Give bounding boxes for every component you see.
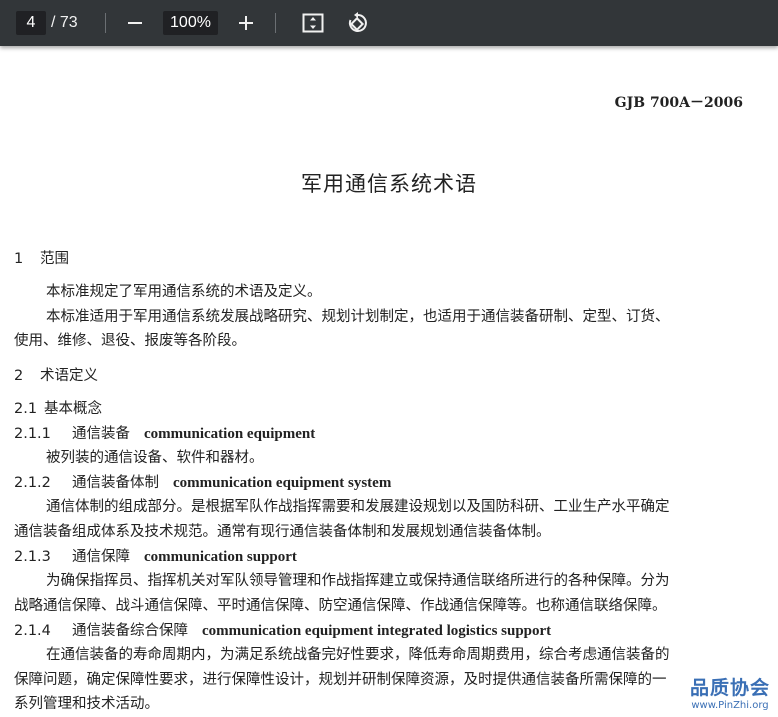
paragraph: 本标准规定了军用通信系统的术语及定义。 <box>46 284 322 300</box>
zoom-in-button[interactable] <box>234 0 258 46</box>
term-2-1-1: 2.1.1 通信装备 communication equipment <box>14 424 743 444</box>
rotate-icon <box>348 12 367 32</box>
term-definition: 在通信装备的寿命周期内，为满足系统战备完好性要求，降低寿命周期费用，综合考虑通信… <box>46 647 670 663</box>
section-title: 术语定义 <box>40 368 98 384</box>
term-chinese: 通信保障 <box>72 549 130 565</box>
standard-code: GJB 700A－2006 <box>614 95 743 111</box>
pdf-toolbar: 4 / 73 100% <box>0 0 778 46</box>
term-number: 2.1.3 <box>14 549 51 565</box>
term-definition: 战略通信保障、战斗通信保障、平时通信保障、防空通信保障、作战通信保障等。也称通信… <box>14 598 667 614</box>
zoom-level-input[interactable]: 100% <box>163 11 218 35</box>
rotate-button[interactable] <box>345 0 371 46</box>
subsection-2-1-heading: 2.1 基本概念 <box>14 399 743 419</box>
section-number: 1 <box>14 251 24 267</box>
document-page: GJB 700A－2006 军用通信系统术语 1 范围 本标准规定了军用通信系统的… <box>0 46 778 717</box>
term-english: communication support <box>144 549 297 565</box>
section-title: 范围 <box>40 251 69 267</box>
term-chinese: 通信装备综合保障 <box>72 623 188 639</box>
document-title: 军用通信系统术语 <box>301 172 477 196</box>
term-number: 2.1.4 <box>14 623 51 639</box>
watermark-logo: 品质协会 www.PinZhi.org <box>690 673 770 711</box>
section-title: 基本概念 <box>44 401 102 417</box>
term-number: 2.1.2 <box>14 475 51 491</box>
paragraph: 本标准适用于军用通信系统发展战略研究、规划计划制定，也适用于通信装备研制、定型、… <box>46 309 670 325</box>
fit-page-icon <box>302 13 324 33</box>
section-1-heading: 1 范围 <box>14 249 743 269</box>
term-definition: 通信体制的组成部分。是根据军队作战指挥需要和发展建设规划以及国防科研、工业生产水… <box>46 499 670 515</box>
term-english: communication equipment <box>144 426 316 442</box>
term-2-1-4: 2.1.4 通信装备综合保障 communication equipment int… <box>14 621 743 641</box>
term-definition: 系列管理和技术活动。 <box>14 696 159 712</box>
toolbar-divider <box>275 13 276 33</box>
term-definition: 通信装备组成体系及技术规范。通常有现行通信装备体制和发展规划通信装备体制。 <box>14 524 551 540</box>
page-number-input[interactable]: 4 <box>16 11 46 35</box>
section-number: 2 <box>14 368 24 384</box>
term-definition: 被列装的通信设备、软件和器材。 <box>46 450 264 466</box>
term-2-1-3: 2.1.3 通信保障 communication support <box>14 547 743 567</box>
fit-page-button[interactable] <box>300 0 326 46</box>
watermark-text: 品质协会 <box>689 677 770 699</box>
term-definition: 为确保指挥员、指挥机关对军队领导管理和作战指挥建立或保持通信联络所进行的各种保障… <box>46 573 670 589</box>
watermark-url: www.PinZhi.org <box>691 700 769 711</box>
minus-icon <box>128 22 142 24</box>
term-2-1-2: 2.1.2 通信装备体制 communication equipment syste… <box>14 473 743 493</box>
paragraph: 使用、维修、退役、报废等各阶段。 <box>14 333 246 349</box>
section-number: 2.1 <box>14 401 38 417</box>
term-english: communication equipment integrated logis… <box>202 623 552 639</box>
plus-icon <box>239 16 253 30</box>
zoom-out-button[interactable] <box>123 0 147 46</box>
toolbar-divider <box>105 13 106 33</box>
term-chinese: 通信装备体制 <box>72 475 159 491</box>
term-chinese: 通信装备 <box>72 426 130 442</box>
term-english: communication equipment system <box>173 475 392 491</box>
section-2-heading: 2 术语定义 <box>14 366 743 386</box>
term-number: 2.1.1 <box>14 426 51 442</box>
page-total: / 73 <box>51 14 78 31</box>
term-definition: 保障问题，确定保障性要求，进行保障性设计，规划并研制保障资源，及时提供通信装备所… <box>14 672 667 688</box>
